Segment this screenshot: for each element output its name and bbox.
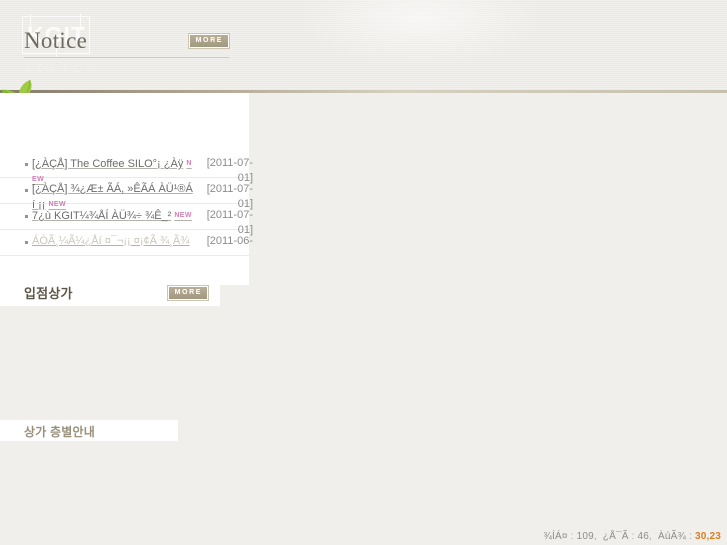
logo-subtitle: CENTER	[24, 64, 101, 74]
notice-list: [¿ÀÇÅ] The Coffee SILO°¡ ¿Àÿ NEW [2011-07…	[0, 152, 256, 257]
tenant-section: 입점상가 more	[0, 278, 220, 306]
list-item[interactable]: 7¿ù KGIT¼¾ÅÍ ÀÜ¾÷ ¾Ê_² NEW [2011-07-01]	[0, 204, 253, 236]
notice-link[interactable]: 7¿ù KGIT¼¾ÅÍ ÀÜ¾÷ ¾Ê_² NEW	[32, 208, 194, 224]
tenant-title: 입점상가	[24, 285, 73, 301]
notice-header: Notice more	[24, 27, 231, 58]
tenant-more-button[interactable]: more	[166, 285, 210, 301]
new-badge: NEW	[174, 212, 192, 219]
bullet-icon	[25, 189, 28, 192]
floor-guide-title: 상가 층별안내	[24, 425, 95, 439]
list-item[interactable]: [¿ÀÇÅ] ¾¿Æ± ÃÁ, »ÊÃÁ ÀÜ¹®Áí ¡¡ NEW [2011-…	[0, 178, 253, 211]
notice-link[interactable]: ÁÒÃ¸¼Ã¼¿Åí ¤¯¬¡¡ ¤¡¢Ã ¾¸Ã¾	[32, 234, 194, 249]
bullet-icon	[25, 163, 28, 166]
notice-date: [2011-06-	[206, 235, 253, 247]
bullet-icon	[25, 241, 28, 244]
bullet-icon	[25, 215, 28, 218]
status-value-2: 46	[637, 531, 650, 542]
status-label-3: ÀúÃ¾	[657, 531, 687, 542]
notice-more-button[interactable]: more	[187, 33, 231, 49]
list-item[interactable]: [¿ÀÇÅ] The Coffee SILO°¡ ¿Àÿ NEW [2011-07…	[0, 152, 253, 184]
page-title: Notice	[24, 28, 88, 53]
floor-guide-section[interactable]: 상가 층별안내	[0, 420, 178, 441]
status-label-2: ¿Å¯Ã	[602, 531, 629, 542]
status-value-3: 30,23	[694, 531, 721, 542]
status-value-1: 109	[576, 531, 594, 542]
status-label-1: ¾ÍÁ¤	[543, 531, 568, 542]
page-root: KGIT CENTER Notice more [¿ÀÇÅ] The Coffe…	[0, 0, 727, 545]
list-item[interactable]: ÁÒÃ¸¼Ã¼¿Åí ¤¯¬¡¡ ¤¡¢Ã ¾¸Ã¾ [2011-06-	[0, 230, 253, 256]
status-bar: ¾ÍÁ¤ : 109, ¿Å¯Ã : 46, ÀúÃ¾ : 30,23	[543, 531, 721, 542]
